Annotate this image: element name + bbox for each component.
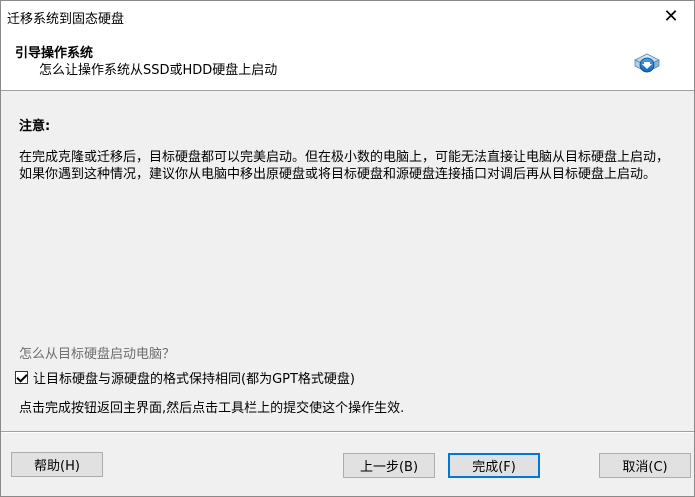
previous-button[interactable]: 上一步(B) (343, 453, 435, 478)
footer-divider-highlight (1, 432, 694, 433)
note-title: 注意: (19, 119, 51, 134)
header-subtitle: 怎么让操作系统从SSD或HDD硬盘上启动 (39, 63, 278, 78)
finish-button[interactable]: 完成(F) (448, 453, 540, 478)
boot-help-link[interactable]: 怎么从目标硬盘启动电脑？ (19, 343, 175, 362)
close-button[interactable]: ✕ (648, 1, 694, 32)
close-icon: ✕ (663, 6, 679, 27)
note-text: 在完成克隆或迁移后，目标硬盘都可以完美启动。但在极小数的电脑上，可能无法直接让电… (19, 150, 670, 182)
wizard-header: 引导操作系统 怎么让操作系统从SSD或HDD硬盘上启动 (1, 32, 694, 91)
same-format-option[interactable]: 让目标硬盘与源硬盘的格式保持相同(都为GPT格式硬盘) (15, 368, 355, 387)
title-bar: 迁移系统到固态硬盘 ✕ (1, 1, 694, 32)
dialog-window: 迁移系统到固态硬盘 ✕ 引导操作系统 怎么让操作系统从SSD或HDD硬盘上启动 (0, 0, 695, 497)
disk-boot-icon (634, 53, 660, 73)
info-text: 点击完成按钮返回主界面,然后点击工具栏上的提交使这个操作生效. (19, 401, 405, 416)
same-format-checkbox[interactable] (15, 371, 28, 384)
help-button[interactable]: 帮助(H) (11, 452, 103, 477)
cancel-button[interactable]: 取消(C) (599, 453, 691, 478)
window-title: 迁移系统到固态硬盘 (7, 12, 125, 27)
same-format-label[interactable]: 让目标硬盘与源硬盘的格式保持相同(都为GPT格式硬盘) (33, 368, 355, 387)
